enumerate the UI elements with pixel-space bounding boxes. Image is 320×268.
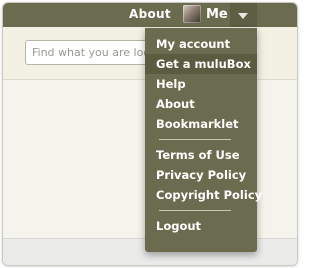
menu-item-terms[interactable]: Terms of Use — [145, 145, 257, 165]
about-link[interactable]: About — [129, 7, 171, 21]
me-label[interactable]: Me — [206, 7, 228, 22]
app-window: About Me My account Get a muluBox Help A… — [2, 2, 298, 266]
user-dropdown-menu: My account Get a muluBox Help About Book… — [145, 28, 262, 252]
avatar[interactable] — [183, 5, 201, 23]
menu-item-copyright[interactable]: Copyright Policy — [145, 185, 262, 205]
menu-divider — [159, 139, 231, 140]
menu-item-logout[interactable]: Logout — [145, 216, 257, 236]
search-input[interactable] — [25, 40, 157, 65]
user-menu[interactable]: Me — [183, 5, 228, 23]
menu-item-bookmarklet[interactable]: Bookmarklet — [145, 114, 257, 134]
menu-item-help[interactable]: Help — [145, 74, 257, 94]
menu-item-privacy[interactable]: Privacy Policy — [145, 165, 257, 185]
menu-divider — [159, 210, 231, 211]
menu-item-get-mulubox[interactable]: Get a muluBox — [145, 54, 257, 74]
user-menu-toggle[interactable] — [230, 3, 257, 29]
caret-down-icon[interactable] — [238, 13, 248, 19]
menu-item-my-account[interactable]: My account — [145, 34, 257, 54]
top-bar: About Me — [3, 3, 297, 29]
menu-item-about[interactable]: About — [145, 94, 257, 114]
